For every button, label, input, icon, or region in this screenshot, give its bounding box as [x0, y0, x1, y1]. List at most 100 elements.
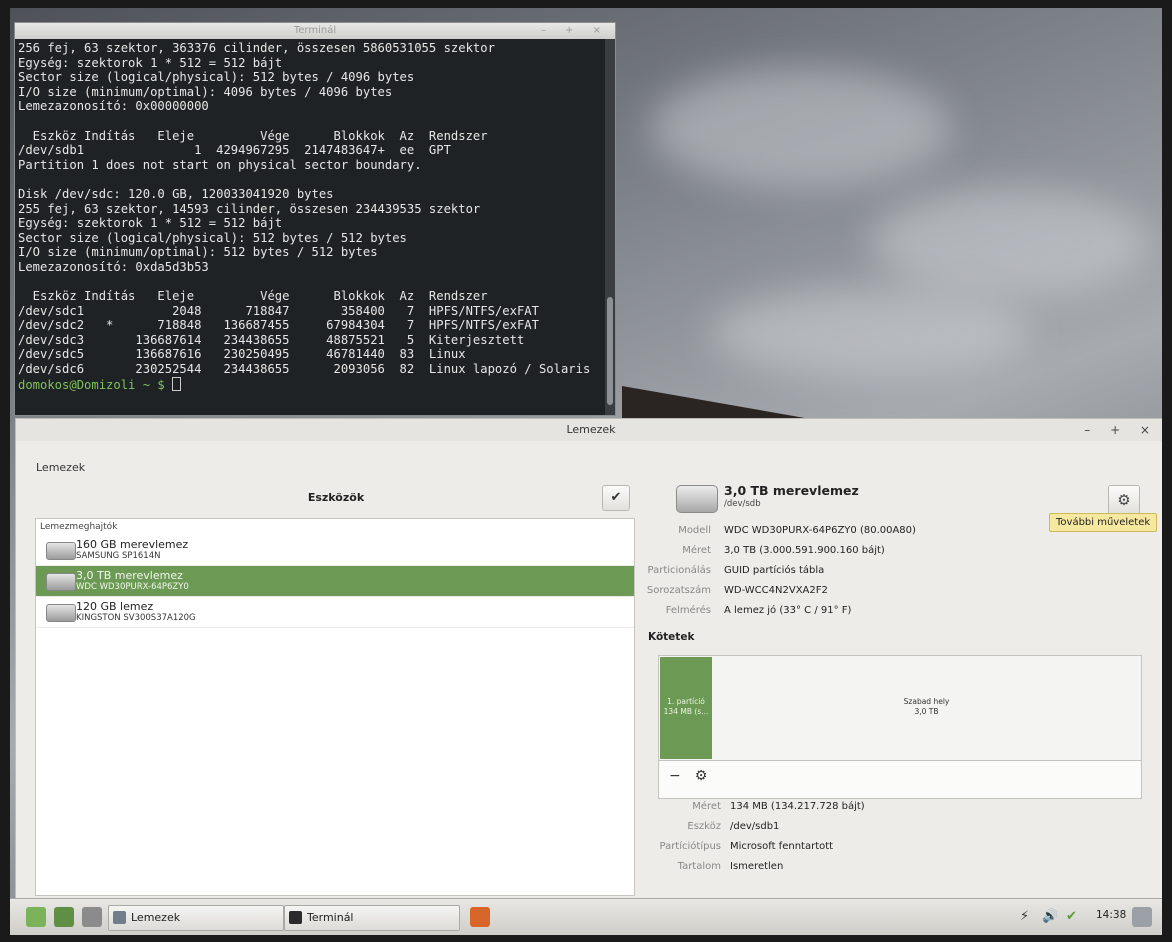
check-button[interactable]: ✔ [602, 485, 630, 511]
drive-item[interactable]: 120 GB lemez KINGSTON SV300S37A120G [36, 597, 634, 628]
prop-label: Particionálás [647, 565, 712, 576]
drive-device: /dev/sdb [724, 499, 761, 509]
device-list[interactable]: Lemezmeghajtók 160 GB merevlemez SAMSUNG… [35, 518, 635, 896]
drive-title: 3,0 TB merevlemez [724, 483, 859, 498]
user-icon[interactable] [1132, 907, 1152, 927]
volume-toolbar: −⚙ [669, 768, 721, 784]
vol-prop-label: Tartalom [677, 861, 721, 872]
vol-prop-label: Partíciótípus [659, 841, 721, 852]
terminal-line: Lemezazonosító: 0xda5d3b53 [18, 259, 209, 274]
disks-titlebar[interactable]: Lemezek – + × [16, 419, 1162, 441]
vol-prop-value: 134 MB (134.217.728 bájt) [730, 801, 865, 812]
vol-prop-label: Eszköz [687, 821, 721, 832]
partition-1-block[interactable]: 1. partíció 134 MB (s... [660, 657, 712, 759]
terminal-prompt: domokos@Domizoli ~ $ [18, 377, 173, 392]
drive-model: SAMSUNG SP1614N [76, 551, 161, 561]
terminal-line: Egység: szektorok 1 * 512 = 512 bájt [18, 216, 283, 231]
terminal-titlebar[interactable]: Terminál – + × [15, 23, 615, 39]
prop-value: WDC WD30PURX-64P6ZY0 (80.00A80) [724, 525, 916, 536]
disks-title: Lemezek [566, 423, 616, 436]
drive-item-selected[interactable]: 3,0 TB merevlemez WDC WD30PURX-64P6ZY0 [36, 566, 634, 597]
terminal-output[interactable]: 256 fej, 63 szektor, 363376 cilinder, ös… [15, 39, 615, 394]
drive-item[interactable]: 160 GB merevlemez SAMSUNG SP1614N [36, 535, 634, 566]
terminal-cursor [172, 376, 182, 391]
volume-icon[interactable]: 🔊 [1042, 909, 1058, 924]
free-space-block[interactable]: Szabad hely 3,0 TB [713, 657, 1140, 759]
window-controls[interactable]: – + × [541, 23, 609, 39]
terminal-line: /dev/sdb1 1 4294967295 2147483647+ ee GP… [18, 143, 451, 158]
more-actions-tooltip: További műveletek [1049, 513, 1158, 532]
terminal-line: /dev/sdc3 136687614 234438655 48875521 5… [18, 332, 525, 347]
hard-disk-icon [676, 485, 718, 513]
menu-icon[interactable] [26, 907, 46, 927]
task-disks[interactable]: Lemezek [108, 905, 284, 931]
prop-value: 3,0 TB (3.000.591.900.160 bájt) [724, 545, 885, 556]
scrollbar-thumb[interactable] [607, 297, 613, 405]
vol-prop-value: Microsoft fenntartott [730, 841, 834, 852]
drive-name: 120 GB lemez [76, 600, 154, 613]
drive-model: WDC WD30PURX-64P6ZY0 [76, 582, 189, 592]
terminal-line: Eszköz Indítás Eleje Vége Blokkok Az Ren… [32, 128, 488, 143]
window-controls[interactable]: – + × [1084, 419, 1158, 441]
cloud [710, 288, 1030, 378]
shield-icon[interactable]: ✔ [1066, 909, 1077, 924]
vol-prop-value: /dev/sdb1 [730, 821, 780, 832]
network-icon[interactable]: ⚡ [1020, 909, 1029, 924]
app-label: Lemezek [36, 461, 86, 474]
hard-disk-icon [46, 542, 76, 560]
files-icon[interactable] [82, 907, 102, 927]
vol-prop-value: Ismeretlen [730, 861, 784, 872]
terminal-line: 255 fej, 63 szektor, 14593 cilinder, öss… [18, 201, 481, 216]
task-label: Lemezek [131, 911, 181, 924]
cloud [870, 188, 1150, 298]
drive-model: KINGSTON SV300S37A120G [76, 613, 196, 623]
terminal-line: Lemezazonosító: 0x00000000 [18, 99, 209, 114]
terminal-scrollbar[interactable] [605, 39, 615, 415]
volume-map[interactable]: 1. partíció 134 MB (s... Szabad hely 3,0 T… [659, 656, 1141, 761]
partition-label: 1. partíció [667, 697, 705, 706]
clock[interactable]: 14:38 [1096, 909, 1126, 921]
terminal-line: 256 fej, 63 szektor, 363376 cilinder, ös… [18, 41, 495, 55]
task-label: Terminál [307, 911, 354, 924]
firefox-icon[interactable] [470, 907, 490, 927]
terminal-line: Egység: szektorok 1 * 512 = 512 bájt [18, 55, 283, 70]
vol-prop-label: Méret [692, 801, 721, 812]
terminal-line: I/O size (minimum/optimal): 512 bytes / … [18, 245, 378, 260]
cloud [650, 68, 950, 188]
terminal-line: /dev/sdc5 136687616 230250495 46781440 8… [18, 347, 466, 362]
terminal-line: Partition 1 does not start on physical s… [18, 157, 422, 172]
terminal-line: I/O size (minimum/optimal): 4096 bytes /… [18, 84, 393, 99]
terminal-line: Sector size (logical/physical): 512 byte… [18, 70, 415, 85]
remove-partition-button[interactable]: − [669, 768, 695, 784]
prop-value: A lemez jó (33° C / 91° F) [724, 605, 852, 616]
gears-icon[interactable]: ⚙ [695, 768, 722, 784]
prop-value: WD-WCC4N2VXA2F2 [724, 585, 828, 596]
show-desktop-icon[interactable] [54, 907, 74, 927]
partition-size: 134 MB (s... [663, 707, 709, 716]
terminal-app-icon [289, 911, 302, 924]
checkmark-icon: ✔ [610, 490, 622, 505]
terminal-line: /dev/sdc2 * 718848 136687455 67984304 7 … [18, 318, 539, 333]
disks-app-icon [113, 911, 126, 924]
desktop: Terminál – + × 256 fej, 63 szektor, 3633… [10, 8, 1162, 934]
terminal-title: Terminál [293, 25, 337, 36]
prop-label: Méret [682, 545, 711, 556]
disks-window[interactable]: Lemezek – + × Lemezek Eszközök ✔ Lemezme… [15, 418, 1162, 902]
prop-value: GUID partíciós tábla [724, 565, 825, 576]
terminal-line: Eszköz Indítás Eleje Vége Blokkok Az Ren… [32, 289, 488, 304]
hard-disk-icon [46, 573, 76, 591]
devices-header: Eszközök [307, 491, 365, 504]
drive-name: 3,0 TB merevlemez [76, 569, 183, 582]
volumes-panel[interactable]: 1. partíció 134 MB (s... Szabad hely 3,0 T… [658, 655, 1142, 799]
prop-label: Modell [678, 525, 711, 536]
prop-label: Felmérés [665, 605, 711, 616]
task-terminal[interactable]: Terminál [284, 905, 460, 931]
ssd-icon [46, 604, 76, 622]
more-actions-button[interactable]: ⚙ [1108, 485, 1140, 515]
drive-name: 160 GB merevlemez [76, 538, 189, 551]
terminal-line: Sector size (logical/physical): 512 byte… [18, 230, 407, 245]
gear-icon: ⚙ [1117, 491, 1131, 509]
group-label: Lemezmeghajtók [40, 522, 118, 532]
terminal-window[interactable]: Terminál – + × 256 fej, 63 szektor, 3633… [14, 22, 616, 416]
prop-label: Sorozatszám [646, 585, 711, 596]
